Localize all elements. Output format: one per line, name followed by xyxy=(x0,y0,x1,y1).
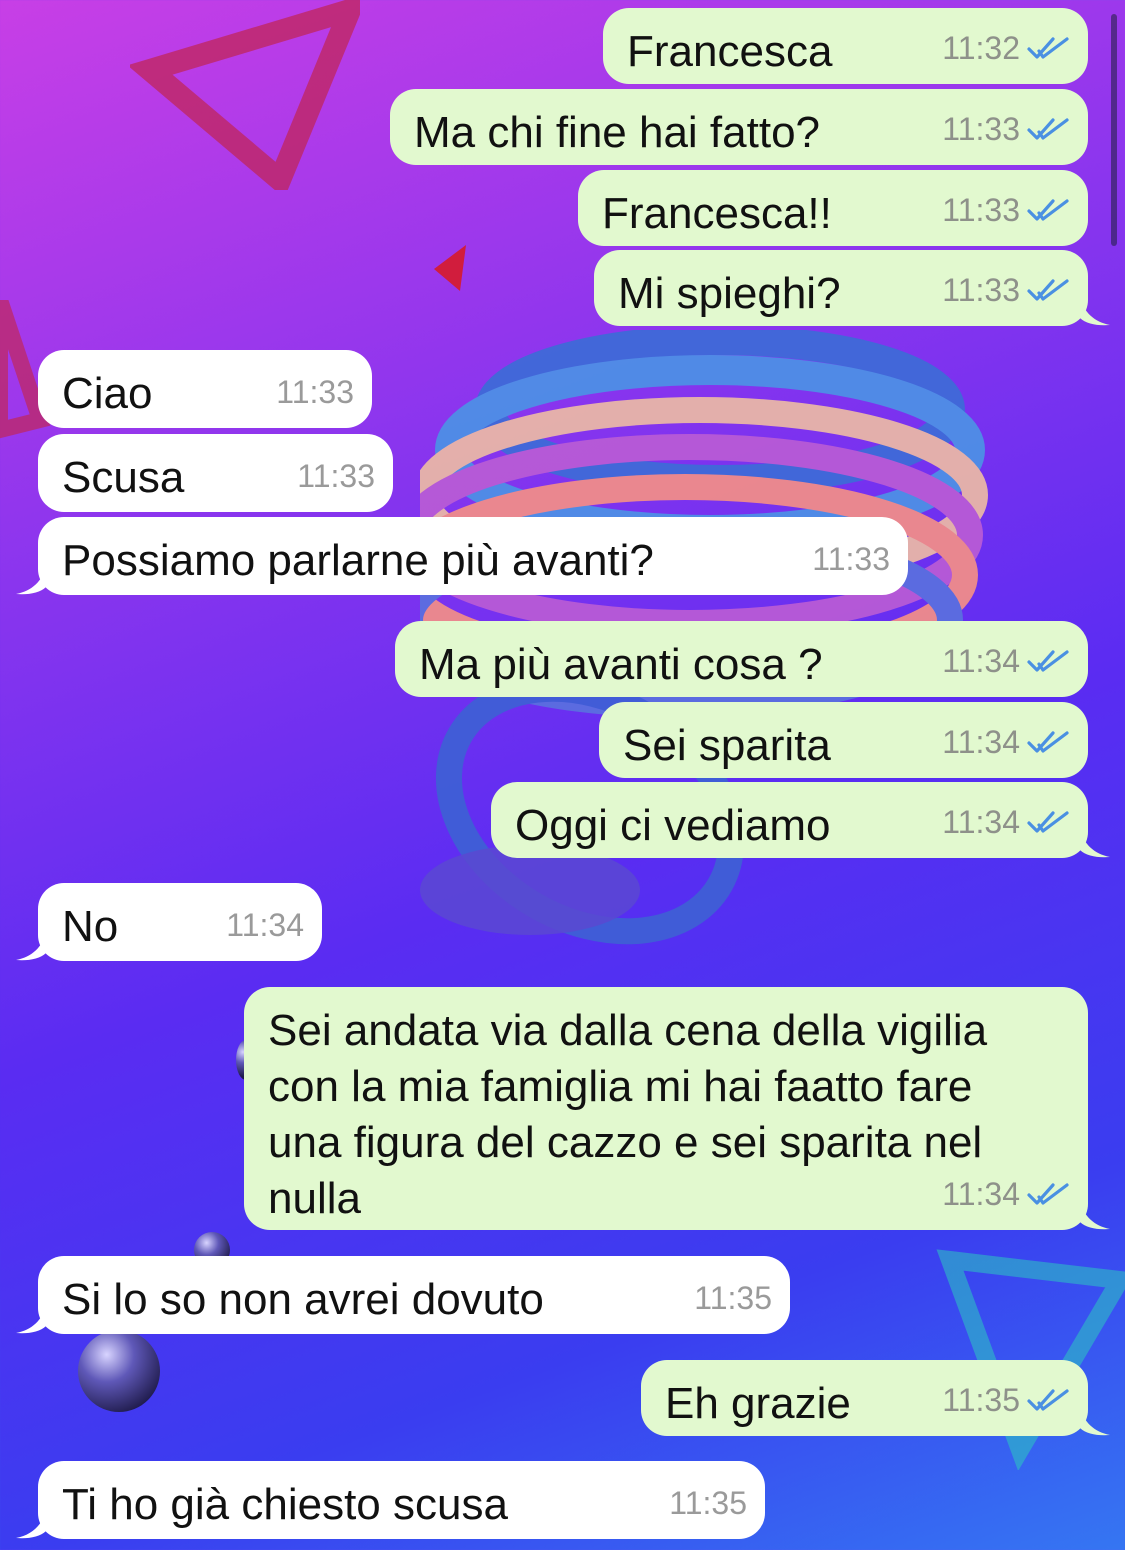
message-text: Sei andata via dalla cena della vigilia … xyxy=(268,1006,988,1223)
message-time: 11:33 xyxy=(942,272,1020,308)
message-bubble-outgoing[interactable]: Eh grazie 11:35 xyxy=(641,1360,1110,1436)
message-bubble-incoming[interactable]: Si lo so non avrei dovuto 11:35 xyxy=(16,1256,790,1334)
double-check-icon xyxy=(1027,279,1069,301)
message-meta: 11:33 xyxy=(942,182,1070,238)
double-check-icon xyxy=(1027,199,1069,221)
message-time: 11:34 xyxy=(942,643,1020,679)
message-bubble-outgoing[interactable]: Oggi ci vediamo 11:34 xyxy=(491,782,1110,858)
message-time: 11:32 xyxy=(942,30,1020,66)
message-meta: 11:33 xyxy=(812,531,890,587)
message-bubble-outgoing[interactable]: Francesca!! 11:33 xyxy=(578,170,1088,246)
message-bubble-incoming[interactable]: No 11:34 xyxy=(16,883,322,961)
message-text: Sei sparita xyxy=(623,721,831,770)
background-small-triangle xyxy=(434,245,466,291)
message-time: 11:33 xyxy=(812,541,890,577)
message-meta: 11:32 xyxy=(942,20,1070,76)
message-time: 11:35 xyxy=(942,1382,1020,1418)
double-check-icon xyxy=(1027,118,1069,140)
message-text: Francesca xyxy=(627,27,833,76)
bubble-tail xyxy=(16,567,46,595)
message-meta: 11:34 xyxy=(942,794,1070,850)
message-text: Ma chi fine hai fatto? xyxy=(414,108,821,157)
scrollbar[interactable] xyxy=(1111,14,1117,246)
message-bubble-outgoing[interactable]: Mi spieghi? 11:33 xyxy=(594,250,1110,326)
message-time: 11:33 xyxy=(942,192,1020,228)
double-check-icon xyxy=(1027,731,1069,753)
message-text: No xyxy=(62,902,119,951)
message-time: 11:34 xyxy=(942,804,1020,840)
message-meta: 11:35 xyxy=(669,1475,747,1531)
bubble-tail xyxy=(1080,298,1110,326)
message-meta: 11:35 xyxy=(694,1270,772,1326)
message-text: Mi spieghi? xyxy=(618,269,841,318)
bubble-tail xyxy=(1080,830,1110,858)
bubble-tail xyxy=(1080,1408,1110,1436)
message-bubble-incoming[interactable]: Possiamo parlarne più avanti? 11:33 xyxy=(16,517,908,595)
message-text: Ciao xyxy=(62,369,153,418)
background-sphere-large xyxy=(78,1330,160,1412)
message-text: Francesca!! xyxy=(602,189,832,238)
message-meta: 11:34 xyxy=(942,714,1070,770)
message-bubble-outgoing[interactable]: Ma chi fine hai fatto? 11:33 xyxy=(390,89,1088,165)
message-bubble-outgoing[interactable]: Ma più avanti cosa ? 11:34 xyxy=(395,621,1088,697)
message-bubble-incoming[interactable]: Scusa 11:33 xyxy=(38,434,393,512)
message-text: Ti ho già chiesto scusa xyxy=(62,1480,508,1529)
message-text: Possiamo parlarne più avanti? xyxy=(62,536,654,585)
double-check-icon xyxy=(1027,37,1069,59)
double-check-icon xyxy=(1027,811,1069,833)
bubble-tail xyxy=(16,933,46,961)
message-text: Scusa xyxy=(62,453,185,502)
message-text: Si lo so non avrei dovuto xyxy=(62,1275,544,1324)
double-check-icon xyxy=(1027,1183,1069,1205)
message-time: 11:35 xyxy=(694,1280,772,1316)
background-triangle-outline xyxy=(130,0,360,190)
message-time: 11:33 xyxy=(942,111,1020,147)
bubble-tail xyxy=(16,1511,46,1539)
message-meta: 11:33 xyxy=(297,448,375,504)
message-text: Ma più avanti cosa ? xyxy=(419,640,823,689)
double-check-icon xyxy=(1027,1389,1069,1411)
message-meta: 11:33 xyxy=(942,262,1070,318)
message-time: 11:33 xyxy=(297,458,375,494)
message-time: 11:35 xyxy=(669,1485,747,1521)
message-bubble-outgoing[interactable]: Francesca 11:32 xyxy=(603,8,1088,84)
message-meta: 11:34 xyxy=(942,633,1070,689)
message-time: 11:34 xyxy=(226,907,304,943)
message-time: 11:33 xyxy=(276,374,354,410)
message-time: 11:34 xyxy=(942,724,1020,760)
message-meta: 11:34 xyxy=(942,1166,1070,1222)
double-check-icon xyxy=(1027,650,1069,672)
message-meta: 11:35 xyxy=(942,1372,1070,1428)
message-bubble-incoming[interactable]: Ciao 11:33 xyxy=(38,350,372,428)
message-text: Oggi ci vediamo xyxy=(515,801,831,850)
message-bubble-outgoing[interactable]: Sei andata via dalla cena della vigilia … xyxy=(244,987,1110,1230)
message-text: Eh grazie xyxy=(665,1379,851,1428)
message-time: 11:34 xyxy=(942,1176,1020,1212)
message-meta: 11:33 xyxy=(276,364,354,420)
bubble-tail xyxy=(1080,1202,1110,1230)
message-meta: 11:33 xyxy=(942,101,1070,157)
message-bubble-incoming[interactable]: Ti ho già chiesto scusa 11:35 xyxy=(16,1461,765,1539)
message-meta: 11:34 xyxy=(226,897,304,953)
message-bubble-outgoing[interactable]: Sei sparita 11:34 xyxy=(599,702,1088,778)
bubble-tail xyxy=(16,1306,46,1334)
